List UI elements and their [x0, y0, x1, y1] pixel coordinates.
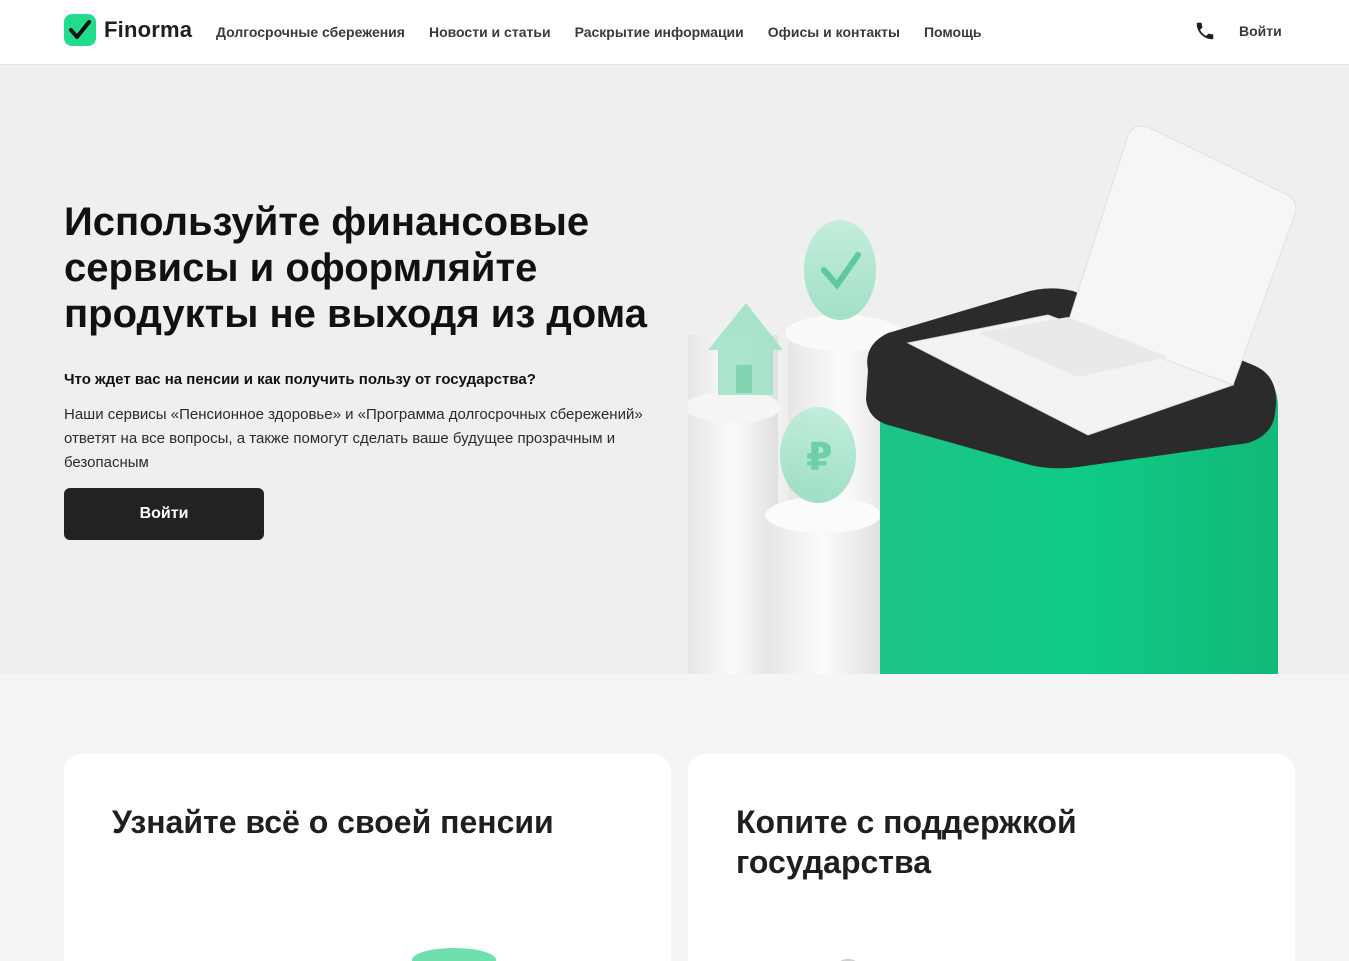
pension-card[interactable]: Узнайте всё о своей пенсии [64, 754, 671, 961]
brand-logo[interactable]: Finorma [64, 14, 192, 46]
nav-item-help[interactable]: Помощь [924, 24, 982, 40]
header-login-link[interactable]: Войти [1239, 23, 1282, 39]
savings-card-title: Копите с поддержкой государства [736, 804, 1077, 880]
feature-cards: Узнайте всё о своей пенсии Копите с подд… [0, 674, 1349, 961]
nav-item-savings[interactable]: Долгосрочные сбережения [216, 24, 405, 40]
savings-card[interactable]: Копите с поддержкой государства [688, 754, 1295, 961]
green-coin-icon [412, 948, 496, 961]
main-nav: Долгосрочные сбережения Новости и статьи… [216, 0, 1006, 64]
grey-coin-icon [840, 959, 856, 961]
nav-item-disclosure[interactable]: Раскрытие информации [575, 24, 744, 40]
hero-title: Используйте финансовые сервисы и оформля… [64, 200, 647, 336]
check-coin-icon [804, 220, 876, 320]
hero-subtitle: Что ждет вас на пенсии и как получить по… [64, 371, 536, 388]
ruble-coin-icon: ₽ [780, 407, 856, 503]
hero-illustration: ₽ [688, 125, 1297, 674]
hero-section: Используйте финансовые сервисы и оформля… [0, 65, 1349, 674]
top-header: Finorma Долгосрочные сбережения Новости … [0, 0, 1349, 65]
checkmark-logo-icon [64, 14, 96, 46]
pension-card-title: Узнайте всё о своей пенсии [112, 804, 554, 840]
house-icon [708, 303, 783, 395]
svg-text:₽: ₽ [806, 435, 832, 479]
hero-description: Наши сервисы «Пенсионное здоровье» и «Пр… [64, 406, 643, 471]
brand-name: Finorma [104, 17, 193, 42]
phone-icon[interactable] [1194, 20, 1216, 42]
hero-login-button[interactable]: Войти [64, 488, 264, 540]
nav-item-offices[interactable]: Офисы и контакты [768, 24, 900, 40]
white-pillar-front [766, 515, 881, 674]
nav-item-news[interactable]: Новости и статьи [429, 24, 551, 40]
